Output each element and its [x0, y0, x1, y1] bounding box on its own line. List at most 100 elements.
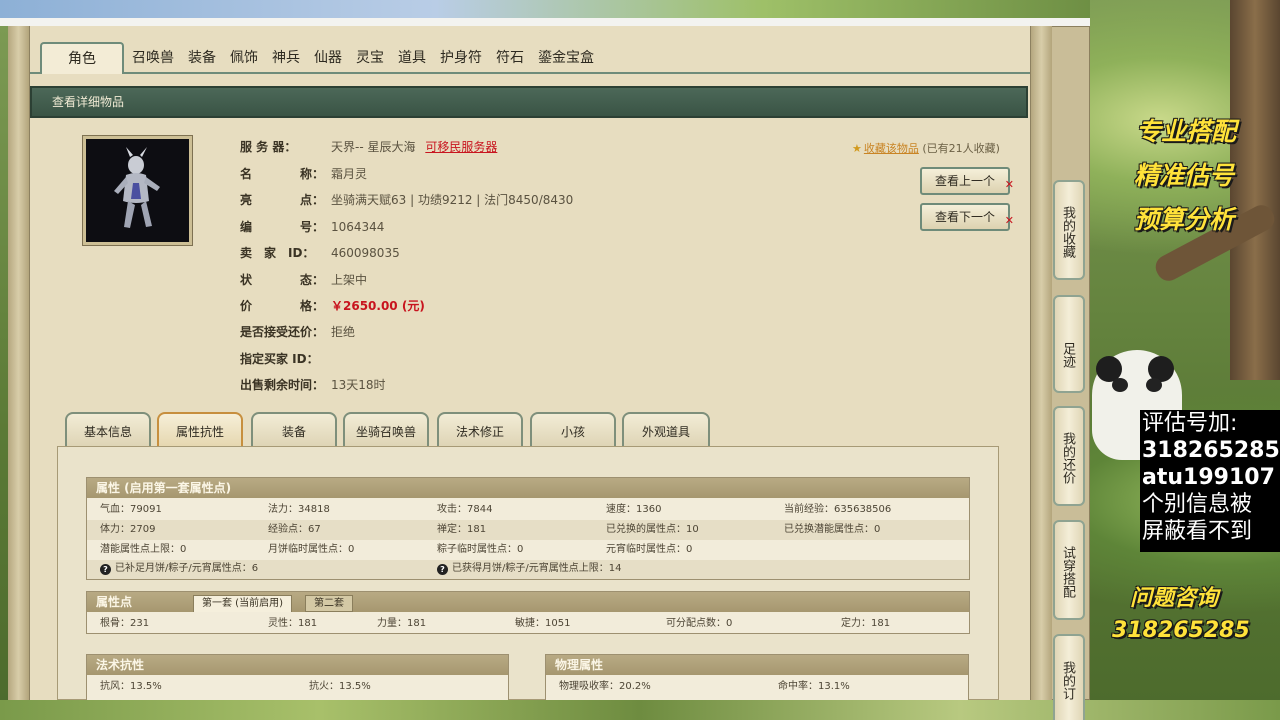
- status-value: 上架中: [331, 273, 368, 287]
- highlight-label: 亮 点：: [240, 193, 325, 207]
- id-value: 1064344: [331, 220, 385, 234]
- subtab-spell-modifier[interactable]: 法术修正: [437, 412, 523, 448]
- tab-second-set[interactable]: 第二套: [305, 595, 353, 612]
- counter-offer-label: 是否接受还价：: [240, 325, 325, 339]
- resist-wind: 抗风：13.5%: [100, 681, 162, 692]
- view-next-label: 查看下一个: [934, 210, 995, 224]
- name-row: 名 称： 霜月灵: [240, 165, 540, 183]
- point-strength: 力量：181: [377, 618, 427, 629]
- background-sky: [0, 0, 1090, 18]
- stat-attack: 攻击：7844: [437, 504, 493, 515]
- frame-right-border: [1030, 26, 1052, 700]
- favorite-icon: ★: [852, 142, 862, 155]
- name-value: 霜月灵: [331, 167, 368, 181]
- favorite-link[interactable]: 收藏该物品: [864, 142, 919, 155]
- subtab-attributes[interactable]: 属性抗性: [157, 412, 243, 448]
- side-tab-my-favorites[interactable]: 我的收藏: [1053, 180, 1085, 280]
- ad-professional-match: 专业搭配: [1136, 117, 1237, 146]
- server-name: 天界-- 星辰大海: [331, 140, 416, 154]
- subtab-mount-summon[interactable]: 坐骑召唤兽: [343, 412, 429, 448]
- tab-immortal-artifact[interactable]: 仙器: [310, 46, 346, 72]
- point-endurance: 定力：181: [841, 618, 891, 629]
- stat-exp-points: 经验点：67: [268, 524, 321, 535]
- server-row: 服 务 器： 天界-- 星辰大海 可移民服务器: [240, 138, 540, 156]
- tab-gilded-box[interactable]: 鎏金宝盒: [534, 46, 598, 72]
- remaining-time-row: 出售剩余时间： 13天18时: [240, 376, 540, 394]
- character-portrait: [82, 135, 193, 246]
- tab-summon[interactable]: 召唤兽: [128, 46, 178, 72]
- seller-label: 卖 家 ID：: [240, 246, 315, 260]
- stat-mooncake-temp: 月饼临时属性点：0: [268, 544, 355, 555]
- stat-mp: 法力：34818: [268, 504, 330, 515]
- frame-left-border: [8, 26, 30, 700]
- stat-zongzi-temp: 粽子临时属性点：0: [437, 544, 524, 555]
- tab-items[interactable]: 道具: [394, 46, 430, 72]
- point-spirit: 灵性：181: [268, 618, 318, 629]
- stat-exchanged-potential: 已兑换潜能属性点：0: [784, 524, 881, 535]
- hit-rate: 命中率：13.1%: [778, 681, 850, 692]
- side-tab-my-counter-offers[interactable]: 我的还价: [1053, 406, 1085, 506]
- side-tab-my-orders[interactable]: 我的订: [1053, 634, 1085, 720]
- favorite-count: (已有21人收藏): [922, 142, 1000, 155]
- physical-absorb: 物理吸收率：20.2%: [559, 681, 651, 692]
- tab-first-set[interactable]: 第一套 (当前启用): [193, 595, 292, 612]
- tree-trunk: [1230, 0, 1280, 380]
- tab-spirit-treasure[interactable]: 灵宝: [352, 46, 388, 72]
- subtab-equipment[interactable]: 装备: [251, 412, 337, 448]
- price-value: ￥2650.00 (元): [331, 299, 425, 313]
- id-row: 编 号： 1064344: [240, 218, 540, 236]
- contact-line-1: 评估号加:: [1142, 411, 1238, 436]
- stat-zen: 禅定：181: [437, 524, 487, 535]
- note-left-text: 已补足月饼/粽子/元宵属性点：6: [115, 563, 259, 574]
- subtab-basic-info[interactable]: 基本信息: [65, 412, 151, 448]
- category-tab-bar: 角色 召唤兽 装备 佩饰 神兵 仙器 灵宝 道具 护身符 符石 鎏金宝盒: [30, 40, 1030, 74]
- contact-line-5: 屏蔽看不到: [1142, 519, 1253, 544]
- subtab-appearance[interactable]: 外观道具: [622, 412, 710, 448]
- view-next-button[interactable]: 查看下一个 ✕: [920, 203, 1014, 231]
- price-label: 价 格：: [240, 299, 325, 313]
- subtab-child[interactable]: 小孩: [530, 412, 616, 448]
- tab-divine-weapon[interactable]: 神兵: [268, 46, 304, 72]
- side-tab-footprint[interactable]: 足迹: [1053, 295, 1085, 393]
- help-icon[interactable]: ?: [437, 564, 448, 575]
- status-row: 状 态： 上架中: [240, 271, 540, 289]
- previous-arrow-icon: ✕: [1004, 178, 1014, 191]
- attributes-panel: 属性 (启用第一套属性点) 气血：79091 法力：34818 攻击：7844 …: [86, 477, 970, 580]
- next-arrow-icon: ✕: [1004, 214, 1014, 227]
- tab-amulet[interactable]: 护身符: [436, 46, 486, 72]
- name-label: 名 称：: [240, 167, 325, 181]
- note-right-text: 已获得月饼/粽子/元宵属性点上限：14: [452, 563, 622, 574]
- view-previous-button[interactable]: 查看上一个 ✕: [920, 167, 1014, 195]
- attribute-points-panel: 属性点 第一套 (当前启用) 第二套 根骨：231 灵性：181 力量：181 …: [86, 591, 970, 634]
- migratable-server-link[interactable]: 可移民服务器: [425, 140, 497, 154]
- contact-line-2: 318265285: [1142, 438, 1280, 463]
- favorite-area: ★ 收藏该物品 (已有21人收藏): [852, 140, 1000, 156]
- ad-precise-valuation: 精准估号: [1134, 161, 1235, 190]
- note-supplemented-points: ? 已补足月饼/粽子/元宵属性点：6: [100, 559, 258, 579]
- tab-rune-stone[interactable]: 符石: [492, 46, 528, 72]
- stat-stamina: 体力：2709: [100, 524, 156, 535]
- buyer-label: 指定买家 ID：: [240, 352, 319, 366]
- server-value: 天界-- 星辰大海 可移民服务器: [331, 138, 497, 156]
- seller-value: 460098035: [331, 246, 400, 260]
- tab-accessory[interactable]: 佩饰: [226, 46, 262, 72]
- counter-offer-value: 拒绝: [331, 325, 356, 339]
- point-constitution: 根骨：231: [100, 618, 150, 629]
- highlight-row: 亮 点： 坐骑满天赋63 | 功绩9212 | 法门8450/8430: [240, 191, 640, 209]
- tab-equipment[interactable]: 装备: [184, 46, 220, 72]
- view-previous-label: 查看上一个: [934, 174, 995, 188]
- remaining-time-label: 出售剩余时间：: [240, 378, 325, 392]
- contact-line-4: 个别信息被: [1142, 492, 1253, 517]
- ground-foliage: [0, 700, 1280, 720]
- side-tab-try-on[interactable]: 试穿搭配: [1053, 520, 1085, 620]
- highlight-value: 坐骑满天赋63 | 功绩9212 | 法门8450/8430: [331, 193, 574, 207]
- section-header: 查看详细物品: [30, 86, 1028, 118]
- point-agility: 敏捷：1051: [515, 618, 571, 629]
- stat-speed: 速度：1360: [606, 504, 662, 515]
- id-label: 编 号：: [240, 220, 325, 234]
- stat-potential-limit: 潜能属性点上限：0: [100, 544, 187, 555]
- tab-role[interactable]: 角色: [40, 42, 124, 74]
- buyer-row: 指定买家 ID：: [240, 350, 540, 368]
- help-icon[interactable]: ?: [100, 564, 111, 575]
- status-label: 状 态：: [240, 273, 325, 287]
